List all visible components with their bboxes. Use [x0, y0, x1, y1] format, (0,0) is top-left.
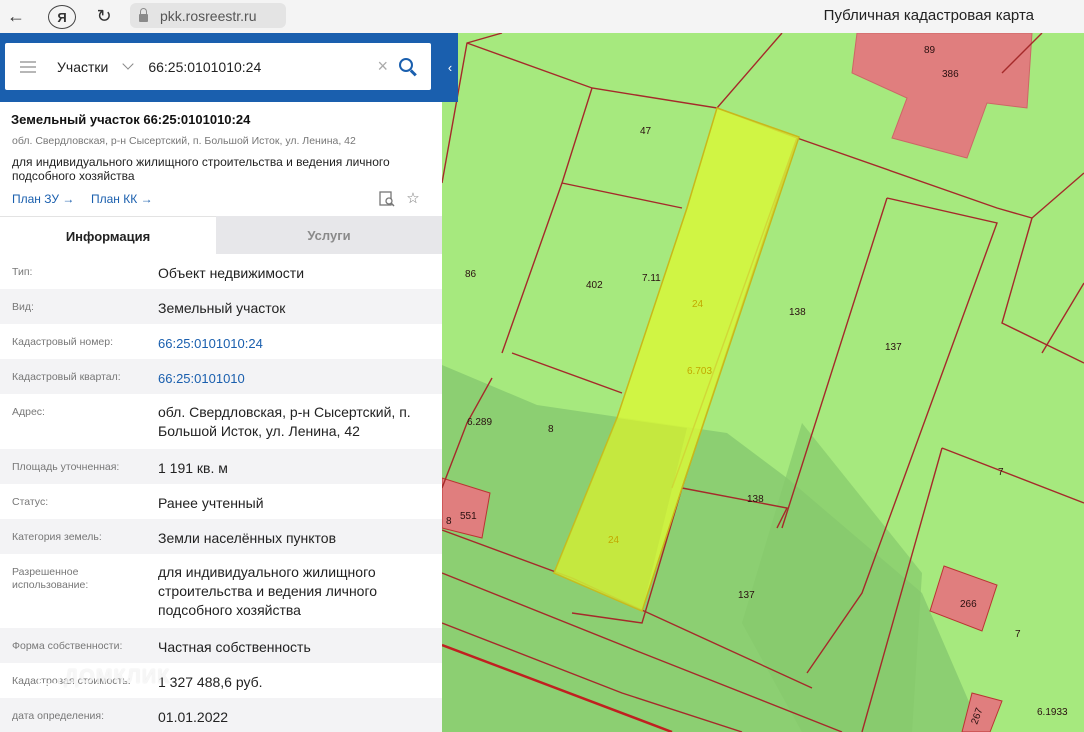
- parcel-label: 138: [789, 307, 806, 318]
- parcel-label: 8: [548, 424, 554, 435]
- watermark-text: ДОМКЛИК: [64, 666, 171, 688]
- object-title: Земельный участок 66:25:0101010:24: [11, 112, 251, 127]
- chevron-left-icon: ‹: [447, 60, 453, 75]
- info-row-permitted-use: Разрешенное использование: для индивидуа…: [0, 554, 442, 628]
- address-bar[interactable]: pkk.rosreestr.ru: [130, 3, 286, 28]
- info-label: Кадастровый номер:: [12, 336, 114, 348]
- info-value: Частная собственность: [158, 639, 311, 655]
- tabs: Информация Услуги: [0, 216, 442, 255]
- info-value: 1 191 кв. м: [158, 460, 228, 476]
- search-box: Участки 66:25:0101010:24 ×: [5, 43, 431, 90]
- parcel-label: 551: [460, 511, 477, 522]
- browser-toolbar: ← Я ↻ pkk.rosreestr.ru Публичная кадастр…: [0, 0, 1084, 34]
- info-label: Статус:: [12, 496, 49, 508]
- parcel-label: 6.1933: [1037, 707, 1068, 718]
- info-label: Тип:: [12, 266, 33, 278]
- info-value: Ранее учтенный: [158, 495, 264, 511]
- info-value: Объект недвижимости: [158, 265, 305, 281]
- domclick-watermark: ДОМКЛИК: [38, 665, 170, 689]
- parcel-label: 266: [960, 599, 977, 610]
- search-icon[interactable]: [398, 57, 418, 77]
- search-input[interactable]: 66:25:0101010:24: [148, 59, 377, 75]
- info-row-kind: Вид: Земельный участок: [0, 289, 442, 324]
- parcel-label: 24: [692, 299, 704, 310]
- menu-icon[interactable]: [20, 60, 36, 73]
- parcel-label: 137: [738, 590, 755, 601]
- parcel-label: 402: [586, 280, 603, 291]
- info-label: Кадастровый квартал:: [12, 371, 121, 383]
- tab-info[interactable]: Информация: [0, 216, 216, 255]
- info-row-quarter: Кадастровый квартал: 66:25:0101010: [0, 359, 442, 394]
- parcel-label: 47: [640, 126, 652, 137]
- page-title: Публичная кадастровая карта: [823, 7, 1034, 24]
- info-label: Площадь уточненная:: [12, 461, 120, 473]
- url-text: pkk.rosreestr.ru: [160, 7, 257, 24]
- find-on-map-icon[interactable]: [379, 191, 395, 207]
- object-use: для индивидуального жилищного строительс…: [12, 155, 390, 183]
- info-value: 1 327 488,6 руб.: [158, 674, 263, 690]
- info-value: обл. Свердловская, р-н Сысертский, п. Бо…: [158, 404, 411, 439]
- parcel-label: 86: [465, 269, 477, 280]
- info-value: для индивидуального жилищного строительс…: [158, 564, 378, 618]
- info-row-land-category: Категория земель: Земли населённых пункт…: [0, 519, 442, 554]
- chevron-down-icon[interactable]: [122, 58, 135, 70]
- star-icon[interactable]: ☆: [405, 191, 421, 207]
- info-label: Адрес:: [12, 406, 45, 418]
- plan-kk-link[interactable]: План КК →: [91, 192, 153, 206]
- info-row-area: Площадь уточненная: 1 191 кв. м: [0, 449, 442, 484]
- info-label: дата определения:: [12, 710, 105, 722]
- info-row-status: Статус: Ранее учтенный: [0, 484, 442, 519]
- plan-zu-link[interactable]: План ЗУ →: [12, 192, 74, 206]
- back-arrow-icon[interactable]: ←: [4, 4, 28, 28]
- parcel-label: 89: [924, 45, 936, 56]
- info-label: Вид:: [12, 301, 34, 313]
- cadastral-quarter-link[interactable]: 66:25:0101010: [158, 369, 433, 388]
- collapse-panel-button[interactable]: ‹: [442, 33, 458, 102]
- reload-icon[interactable]: ↻: [92, 4, 116, 28]
- search-band: Участки 66:25:0101010:24 ×: [0, 33, 442, 102]
- info-value: 01.01.2022: [158, 709, 229, 725]
- info-row-date: дата определения: 01.01.2022: [0, 698, 442, 732]
- parcel-label: 7: [998, 467, 1004, 478]
- parcel-label: 7.11: [642, 273, 661, 284]
- info-row-type: Тип: Объект недвижимости: [0, 254, 442, 289]
- parcel-label: 6.703: [687, 366, 712, 377]
- tab-services[interactable]: Услуги: [216, 216, 442, 254]
- cadastral-number-link[interactable]: 66:25:0101010:24: [158, 334, 433, 353]
- info-row-ownership: Форма собственности: Частная собственнос…: [0, 628, 442, 663]
- parcel-label: 24: [608, 535, 620, 546]
- info-row-cadastral-number: Кадастровый номер: 66:25:0101010:24: [0, 324, 442, 359]
- parcel-label: 138: [747, 494, 764, 505]
- cadastral-map[interactable]: 89 386 47 86 402 7.11 24 138 137 6.703 6…: [442, 33, 1084, 732]
- info-panel: Участки 66:25:0101010:24 × Земельный уча…: [0, 33, 442, 732]
- object-address: обл. Свердловская, р-н Сысертский, п. Бо…: [12, 135, 356, 147]
- info-label: Категория земель:: [12, 531, 102, 543]
- info-value: Земли населённых пунктов: [158, 530, 337, 546]
- parcel-label: 8: [446, 516, 452, 527]
- parcel-label: 6.289: [467, 417, 492, 428]
- parcel-label: 137: [885, 342, 902, 353]
- yandex-letter: Я: [57, 9, 67, 25]
- info-label: Форма собственности:: [12, 640, 123, 652]
- map-canvas[interactable]: 89 386 47 86 402 7.11 24 138 137 6.703 6…: [442, 33, 1084, 732]
- clear-icon[interactable]: ×: [377, 56, 388, 77]
- info-value: Земельный участок: [158, 300, 286, 316]
- yandex-icon[interactable]: Я: [48, 5, 76, 29]
- domclick-logo-icon: [38, 665, 60, 685]
- info-row-address: Адрес: обл. Свердловская, р-н Сысертский…: [0, 394, 442, 449]
- search-category-select[interactable]: Участки: [57, 59, 108, 75]
- parcel-label: 7: [1015, 629, 1021, 640]
- lock-icon: [139, 7, 148, 22]
- parcel-label: 386: [942, 69, 959, 80]
- info-label: Разрешенное использование:: [12, 566, 89, 591]
